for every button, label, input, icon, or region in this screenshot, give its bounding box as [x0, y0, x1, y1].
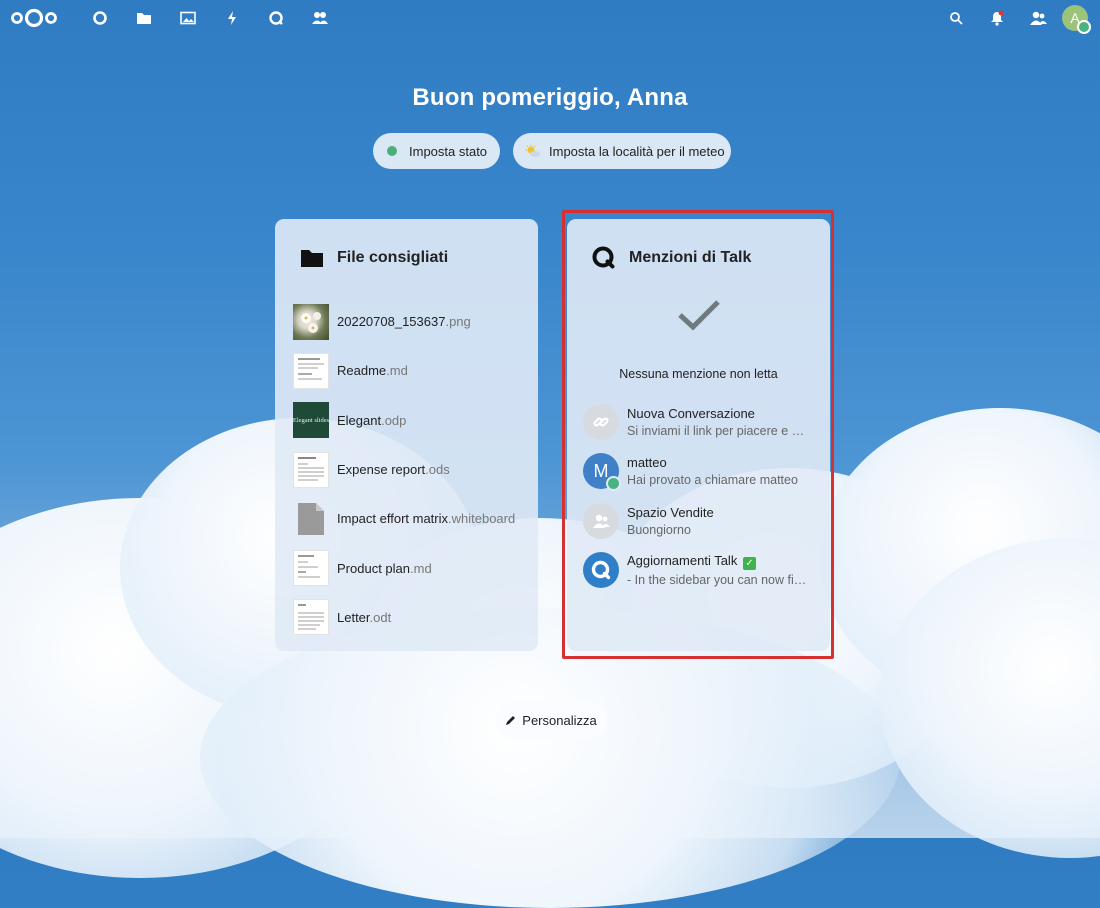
widget-title: Menzioni di Talk	[629, 249, 752, 266]
conversation-name: Nuova Conversazione	[627, 405, 755, 421]
file-list: 20220708_153637.png Readme.md Elegant sl…	[293, 297, 528, 642]
file-item[interactable]: Letter.odt	[293, 593, 528, 642]
file-name: Impact effort matrix.whiteboard	[337, 511, 516, 527]
image-icon[interactable]	[166, 6, 210, 30]
customize-button[interactable]: Personalizza	[495, 701, 607, 739]
file-item[interactable]: Product plan.md	[293, 543, 528, 592]
file-name: Letter.odt	[337, 609, 392, 625]
document-thumbnail	[293, 550, 329, 587]
conversation-item[interactable]: Aggiornamenti Talk ✓ - In the sidebar yo…	[583, 546, 816, 596]
online-status-dot	[606, 476, 621, 492]
cloud-background	[0, 378, 1100, 908]
document-thumbnail	[293, 352, 329, 389]
user-avatar[interactable]: A	[1062, 5, 1091, 34]
conversation-item[interactable]: Spazio Vendite Buongiorno	[583, 496, 816, 546]
lightning-icon[interactable]	[210, 6, 254, 30]
pencil-icon	[506, 716, 516, 725]
online-status-dot	[1077, 20, 1091, 34]
file-name: Readme.md	[337, 363, 408, 379]
file-name: 20220708_153637.png	[337, 314, 471, 330]
header-right: A	[935, 5, 1091, 34]
file-item[interactable]: Readme.md	[293, 346, 528, 395]
conversation-item[interactable]: M matteo Hai provato a chiamare matteo	[583, 447, 816, 497]
file-name: Expense report.ods	[337, 462, 450, 478]
checkmark-icon	[567, 299, 830, 331]
contacts-icon[interactable]	[298, 6, 342, 30]
set-weather-label: Imposta la località per il meteo	[549, 143, 725, 159]
elegant-slides-thumb-text: Elegant slides	[292, 416, 330, 424]
file-item[interactable]: 20220708_153637.png	[293, 297, 528, 346]
photo-thumbnail	[293, 303, 329, 340]
contacts-menu-icon[interactable]	[1017, 5, 1058, 31]
widget-header: Menzioni di Talk	[591, 245, 751, 271]
app-navigation	[78, 6, 342, 30]
file-item[interactable]: Expense report.ods	[293, 445, 528, 494]
file-item[interactable]: Impact effort matrix.whiteboard	[293, 494, 528, 543]
set-status-button[interactable]: Imposta stato	[373, 133, 500, 169]
presentation-thumbnail: Elegant slides	[292, 402, 330, 439]
spreadsheet-thumbnail	[293, 451, 329, 488]
search-icon[interactable]	[935, 5, 976, 31]
checkmark-emoji-icon: ✓	[742, 557, 756, 571]
file-name: Product plan.md	[337, 560, 432, 576]
widget-header: File consigliati	[299, 245, 448, 271]
conversation-preview: Si inviami il link per piacere e …	[627, 423, 805, 438]
empty-state-message: Nessuna menzione non letta	[619, 367, 778, 381]
talk-icon	[583, 552, 619, 589]
status-dot-icon	[387, 146, 397, 156]
whiteboard-file-icon	[293, 501, 329, 537]
conversation-name: matteo	[627, 455, 667, 471]
conversation-preview: Hai provato a chiamare matteo	[627, 473, 798, 488]
sun-cloud-icon	[525, 144, 541, 158]
conversation-name: Aggiornamenti Talk ✓	[627, 553, 806, 571]
customize-label: Personalizza	[522, 712, 597, 728]
talk-icon[interactable]	[254, 6, 298, 30]
set-weather-location-button[interactable]: Imposta la località per il meteo	[513, 133, 731, 169]
folder-icon[interactable]	[122, 6, 166, 30]
nextcloud-logo[interactable]	[9, 8, 59, 28]
talk-icon	[591, 245, 617, 271]
talk-mentions-widget: Menzioni di Talk Nessuna menzione non le…	[567, 219, 830, 651]
folder-icon	[299, 245, 325, 271]
greeting-title: Buon pomeriggio, Anna	[412, 84, 688, 111]
file-item[interactable]: Elegant slides Elegant.odp	[293, 396, 528, 445]
recommended-files-widget: File consigliati 20220708_153637.png Rea…	[275, 219, 538, 651]
widget-title: File consigliati	[337, 249, 449, 266]
conversation-preview: Buongiorno	[627, 522, 691, 537]
user-avatar: M	[583, 453, 621, 492]
notifications-icon[interactable]	[976, 5, 1017, 31]
dashboard-circle-icon[interactable]	[78, 6, 122, 30]
conversation-list: Nuova Conversazione Si inviami il link p…	[583, 397, 816, 595]
conversation-item[interactable]: Nuova Conversazione Si inviami il link p…	[583, 397, 816, 447]
conversation-preview: - In the sidebar you can now fi…	[627, 573, 807, 588]
file-name: Elegant.odp	[337, 412, 407, 428]
set-status-label: Imposta stato	[409, 143, 488, 159]
top-bar: A	[0, 0, 1100, 36]
conversation-name: Spazio Vendite	[627, 504, 714, 520]
group-icon	[583, 502, 619, 539]
link-icon	[583, 403, 619, 440]
document-thumbnail	[293, 599, 329, 636]
